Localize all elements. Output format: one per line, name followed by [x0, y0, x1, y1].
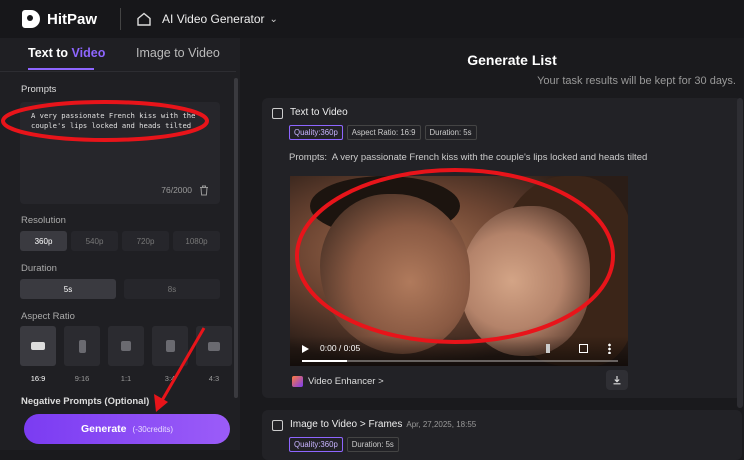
task-card: Text to Video Quality:360p Aspect Ratio:… [262, 98, 742, 398]
video-controls: 0:00 / 0:05 [290, 336, 628, 366]
video-enhancer-icon [292, 376, 303, 387]
duration-label: Duration [21, 263, 57, 274]
prompt-input[interactable]: A very passionate French kiss with the c… [20, 102, 220, 204]
aspect-ratio-options [20, 326, 232, 366]
task-icon [272, 420, 283, 431]
aspect-ratio-tag: Aspect Ratio: 16:9 [346, 125, 421, 140]
aspect-9-16-button[interactable] [64, 326, 100, 366]
trash-icon[interactable] [199, 185, 209, 196]
mode-tabs: Text to Video Image to Video [0, 38, 236, 72]
aspect-label: 1:1 [120, 374, 132, 383]
duration-5s-button[interactable]: 5s [20, 279, 116, 299]
right-scrollbar[interactable] [737, 98, 743, 408]
resolution-1080p-button[interactable]: 1080p [173, 231, 220, 251]
landscape-icon [208, 341, 220, 351]
aspect-label: 16:9 [30, 374, 46, 383]
more-options-icon[interactable] [608, 343, 611, 354]
portrait-icon [165, 340, 175, 352]
left-scrollbar[interactable] [234, 78, 238, 398]
fullscreen-icon[interactable] [579, 344, 588, 353]
resolution-options: 360p 540p 720p 1080p [20, 231, 220, 251]
duration-options: 5s 8s [20, 279, 220, 299]
play-icon[interactable] [302, 345, 309, 353]
task-prompt: Prompts: A very passionate French kiss w… [289, 152, 648, 163]
video-time: 0:00 / 0:05 [320, 343, 361, 353]
char-count: 76/2000 [161, 185, 192, 195]
tab-image-to-video[interactable]: Image to Video [136, 46, 220, 60]
video-enhancer-link[interactable]: Video Enhancer > [308, 376, 384, 387]
prompt-text[interactable]: A very passionate French kiss with the c… [31, 111, 211, 131]
top-bar: HitPaw AI Video Generator ⌄ [0, 0, 744, 38]
duration-8s-button[interactable]: 8s [124, 279, 220, 299]
portrait-icon [78, 339, 86, 353]
aspect-label: 4:3 [208, 374, 220, 383]
generate-bar: Generate (-30credits) [0, 406, 236, 450]
generate-credits: (-30credits) [132, 424, 173, 434]
download-icon [613, 376, 621, 385]
generate-label: Generate [81, 423, 127, 435]
chevron-down-icon[interactable]: ⌄ [270, 14, 278, 25]
aspect-1-1-button[interactable] [108, 326, 144, 366]
brand-name: HitPaw [47, 10, 98, 28]
tab-text-to-video[interactable]: Text to Video [28, 46, 105, 60]
logo[interactable]: HitPaw [22, 10, 97, 28]
download-button[interactable] [606, 370, 628, 390]
aspect-3-4-button[interactable] [152, 326, 188, 366]
resolution-720p-button[interactable]: 720p [122, 231, 169, 251]
video-player[interactable]: 0:00 / 0:05 [290, 176, 628, 366]
progress-fill [302, 360, 347, 362]
square-icon [121, 341, 131, 351]
volume-icon[interactable] [546, 344, 555, 353]
active-tab-underline [28, 68, 94, 70]
aspect-ratio-label: Aspect Ratio [21, 311, 75, 322]
home-icon[interactable] [136, 11, 152, 27]
left-panel: Text to Video Image to Video Prompts A v… [0, 38, 240, 450]
task-card: Image to Video > Frames Apr, 27,2025, 18:… [262, 410, 742, 460]
resolution-label: Resolution [21, 215, 66, 226]
retention-note: Your task results will be kept for 30 da… [537, 75, 736, 87]
aspect-16-9-button[interactable] [20, 326, 56, 366]
quality-tag: Quality:360p [289, 125, 343, 140]
duration-tag: Duration: 5s [424, 125, 477, 140]
task-icon [272, 108, 283, 119]
divider [120, 8, 122, 30]
video-progress-bar[interactable] [302, 360, 618, 362]
aspect-4-3-button[interactable] [196, 326, 232, 366]
resolution-540p-button[interactable]: 540p [71, 231, 118, 251]
generate-button[interactable]: Generate (-30credits) [24, 414, 230, 444]
task-title: Text to Video [290, 107, 348, 118]
landscape-icon [31, 342, 45, 350]
prompts-label: Prompts [21, 84, 57, 95]
generate-list-panel: Generate List Your task results will be … [240, 38, 744, 460]
task-tags: Quality:360p Aspect Ratio: 16:9 Duration… [289, 125, 477, 140]
aspect-label: 9:16 [74, 374, 90, 383]
task-title: Image to Video > Frames Apr, 27,2025, 18:… [290, 419, 477, 430]
page-title: Generate List [467, 52, 557, 68]
nav-title[interactable]: AI Video Generator [162, 12, 265, 26]
resolution-360p-button[interactable]: 360p [20, 231, 67, 251]
aspect-ratio-labels: 16:9 9:16 1:1 3:4 4:3 [20, 374, 232, 383]
hitpaw-logo-icon [22, 10, 40, 28]
aspect-label: 3:4 [164, 374, 176, 383]
